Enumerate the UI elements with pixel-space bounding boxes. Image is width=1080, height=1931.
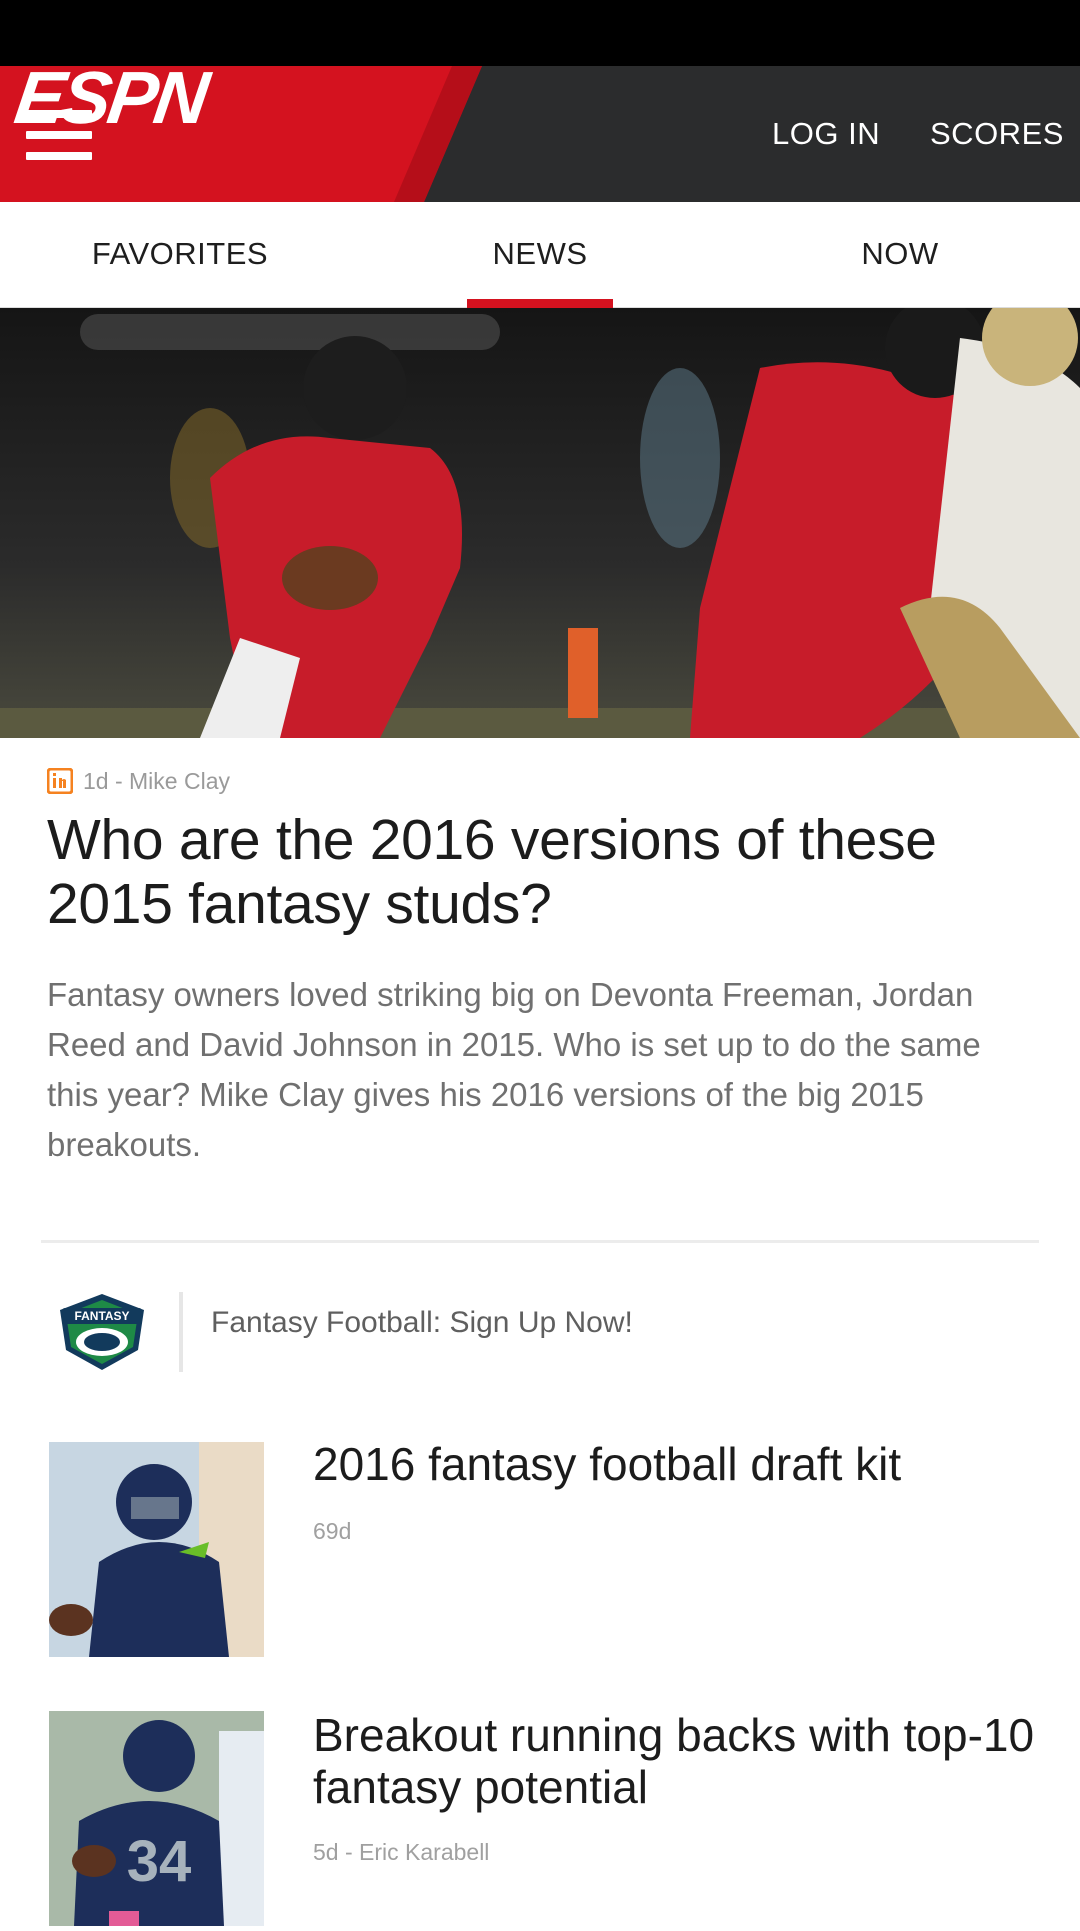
status-bar [0, 0, 1080, 66]
login-link[interactable]: LOG IN [772, 110, 880, 158]
svg-text:ESPN: ESPN [10, 66, 215, 130]
promo-separator [179, 1292, 183, 1372]
active-tab-indicator [467, 299, 613, 308]
scores-link[interactable]: SCORES [930, 110, 1064, 158]
story-headline[interactable]: Who are the 2016 versions of these 2015 … [47, 808, 1037, 936]
svg-text:FANTASY: FANTASY [74, 1309, 129, 1323]
tab-bar: FAVORITES NEWS NOW [0, 202, 1080, 308]
tab-news[interactable]: NEWS [440, 202, 640, 308]
list-item[interactable]: 2016 fantasy football draft kit 69d [0, 1438, 1080, 1662]
list-item[interactable]: 34 Breakout running backs with top-10 fa… [0, 1709, 1080, 1931]
fantasy-promo[interactable]: FANTASY Fantasy Football: Sign Up Now! [0, 1282, 1080, 1378]
item-title: Breakout running backs with top-10 fanta… [313, 1709, 1035, 1813]
fantasy-logo-icon: FANTASY [60, 1294, 144, 1370]
hero-image[interactable] [0, 308, 1080, 738]
tab-now[interactable]: NOW [800, 202, 1000, 308]
story-summary: Fantasy owners loved striking big on Dev… [47, 976, 981, 1163]
story-meta: 1d - Mike Clay [47, 766, 230, 796]
item-thumbnail [49, 1442, 264, 1657]
divider [41, 1240, 1039, 1243]
story-byline: 1d - Mike Clay [83, 767, 230, 794]
insider-icon [47, 768, 73, 794]
svg-text:34: 34 [127, 1829, 192, 1894]
app-header: ESPN LOG IN SCORES [0, 66, 1080, 202]
tab-favorites[interactable]: FAVORITES [40, 202, 320, 308]
item-title: 2016 fantasy football draft kit [313, 1438, 902, 1490]
item-meta: 5d - Eric Karabell [313, 1839, 490, 1865]
hero-photo [0, 308, 1080, 738]
brand-block: ESPN [0, 66, 482, 202]
item-thumbnail: 34 [49, 1711, 264, 1926]
item-meta: 69d [313, 1518, 352, 1544]
espn-logo: ESPN [10, 66, 215, 130]
promo-label: Fantasy Football: Sign Up Now! [211, 1306, 633, 1339]
